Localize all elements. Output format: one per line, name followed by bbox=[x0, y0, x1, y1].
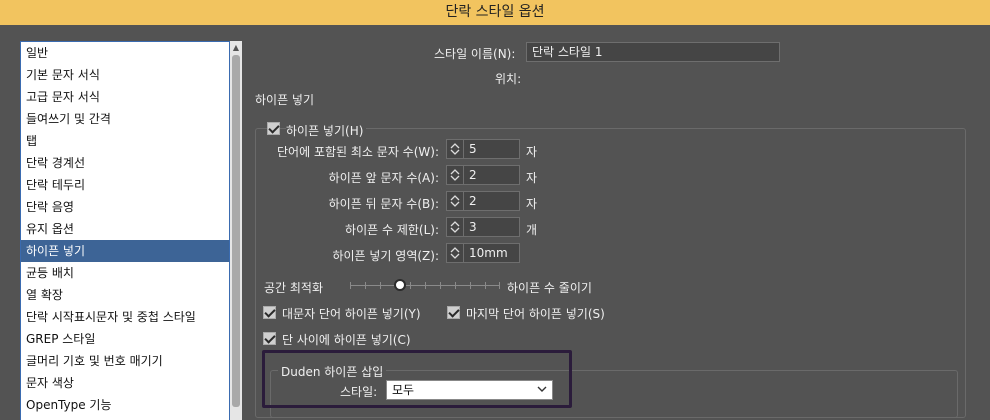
after-first-stepper[interactable]: 2 bbox=[446, 165, 520, 185]
scroll-thumb[interactable] bbox=[232, 55, 240, 407]
hyphen-limit-value[interactable]: 3 bbox=[469, 218, 477, 236]
sidebar-item-basic-character-formats[interactable]: 기본 문자 서식 bbox=[21, 64, 229, 86]
before-last-unit: 자 bbox=[526, 197, 538, 211]
slider-tick bbox=[350, 282, 351, 289]
scroll-up-arrow-icon[interactable]: ▲ bbox=[230, 41, 242, 55]
slider-tick bbox=[455, 282, 456, 289]
before-last-label: 하이픈 뒤 문자 수(B): bbox=[328, 197, 439, 211]
slider-left-label: 공간 최적화 bbox=[264, 281, 324, 295]
slider-tick bbox=[470, 282, 471, 289]
sidebar-item-paragraph-rules[interactable]: 단락 경계선 bbox=[21, 152, 229, 174]
after-first-value[interactable]: 2 bbox=[469, 166, 477, 184]
across-columns-checkbox[interactable] bbox=[263, 332, 276, 345]
slider-tick bbox=[485, 282, 486, 289]
slider-tick bbox=[365, 282, 366, 289]
after-first-unit: 자 bbox=[526, 171, 538, 185]
slider-tick bbox=[440, 282, 441, 289]
before-last-value[interactable]: 2 bbox=[469, 192, 477, 210]
sidebar-item-bullets-numbering[interactable]: 글머리 기호 및 번호 매기기 bbox=[21, 350, 229, 372]
last-word-checkbox[interactable] bbox=[447, 306, 460, 319]
location-label: 위치: bbox=[495, 72, 522, 86]
sidebar-scrollbar[interactable]: ▲ bbox=[230, 41, 242, 420]
slider-right-label: 하이픈 수 줄이기 bbox=[507, 281, 592, 295]
stepper-arrows-icon[interactable] bbox=[447, 192, 464, 210]
hyphenation-zone-stepper[interactable]: 10mm bbox=[446, 243, 520, 263]
slider-tick bbox=[499, 282, 500, 289]
window-title: 단락 스타일 옵션 bbox=[445, 4, 545, 20]
min-word-length-label: 단어에 포함된 최소 문자 수(W): bbox=[277, 145, 439, 159]
sidebar-item-hyphenation[interactable]: 하이픈 넣기 bbox=[21, 240, 229, 262]
min-word-length-unit: 자 bbox=[526, 145, 538, 159]
sidebar-item-indents-and-spacing[interactable]: 들여쓰기 및 간격 bbox=[21, 108, 229, 130]
hyphenation-zone-value[interactable]: 10mm bbox=[469, 244, 508, 262]
window-title-bar: 단락 스타일 옵션 bbox=[0, 0, 990, 25]
caps-words-checkbox[interactable] bbox=[263, 306, 276, 319]
style-name-input[interactable]: 단락 스타일 1 bbox=[526, 42, 780, 62]
before-last-stepper[interactable]: 2 bbox=[446, 191, 520, 211]
sidebar-item-tabs[interactable]: 탭 bbox=[21, 130, 229, 152]
hyphenate-checkbox[interactable] bbox=[267, 122, 280, 135]
stepper-arrows-icon[interactable] bbox=[447, 140, 464, 158]
style-name-label: 스타일 이름(N): bbox=[434, 47, 516, 61]
hyphenation-zone-label: 하이픈 넣기 영역(Z): bbox=[332, 249, 439, 263]
section-title: 하이픈 넣기 bbox=[255, 93, 315, 107]
sidebar-item-drop-caps-nested-styles[interactable]: 단락 시작표시문자 및 중첩 스타일 bbox=[21, 306, 229, 328]
sidebar-item-advanced-character-formats[interactable]: 고급 문자 서식 bbox=[21, 86, 229, 108]
sidebar-item-keep-options[interactable]: 유지 옵션 bbox=[21, 218, 229, 240]
sidebar-item-justification[interactable]: 균등 배치 bbox=[21, 262, 229, 284]
hyphen-limit-unit: 개 bbox=[526, 223, 538, 237]
slider-tick bbox=[380, 282, 381, 289]
across-columns-label: 단 사이에 하이픈 넣기(C) bbox=[282, 333, 411, 347]
stepper-arrows-icon[interactable] bbox=[447, 166, 464, 184]
sidebar-item-paragraph-border[interactable]: 단락 테두리 bbox=[21, 174, 229, 196]
sidebar-item-general[interactable]: 일반 bbox=[21, 42, 229, 64]
focus-highlight-frame bbox=[262, 350, 572, 408]
sidebar-item-paragraph-shading[interactable]: 단락 음영 bbox=[21, 196, 229, 218]
hyphenate-label: 하이픈 넣기(H) bbox=[286, 122, 367, 139]
hyphen-limit-stepper[interactable]: 3 bbox=[446, 217, 520, 237]
sidebar-item-grep-style[interactable]: GREP 스타일 bbox=[21, 328, 229, 350]
slider-tick bbox=[410, 282, 411, 289]
stepper-arrows-icon[interactable] bbox=[447, 244, 464, 262]
slider-thumb[interactable] bbox=[393, 279, 406, 291]
sidebar-item-span-columns[interactable]: 열 확장 bbox=[21, 284, 229, 306]
last-word-label: 마지막 단어 하이픈 넣기(S) bbox=[466, 307, 605, 321]
sidebar-item-character-color[interactable]: 문자 색상 bbox=[21, 372, 229, 394]
hyphen-limit-label: 하이픈 수 제한(L): bbox=[345, 223, 439, 237]
spacing-hyphens-slider[interactable] bbox=[350, 278, 500, 294]
after-first-label: 하이픈 앞 문자 수(A): bbox=[328, 171, 439, 185]
caps-words-label: 대문자 단어 하이픈 넣기(Y) bbox=[282, 307, 421, 321]
min-word-length-stepper[interactable]: 5 bbox=[446, 139, 520, 159]
min-word-length-value[interactable]: 5 bbox=[469, 140, 477, 158]
stepper-arrows-icon[interactable] bbox=[447, 218, 464, 236]
category-list[interactable]: 일반 기본 문자 서식 고급 문자 서식 들여쓰기 및 간격 탭 단락 경계선 … bbox=[20, 41, 230, 420]
sidebar-item-opentype-features[interactable]: OpenType 기능 bbox=[21, 394, 229, 416]
slider-tick bbox=[425, 282, 426, 289]
